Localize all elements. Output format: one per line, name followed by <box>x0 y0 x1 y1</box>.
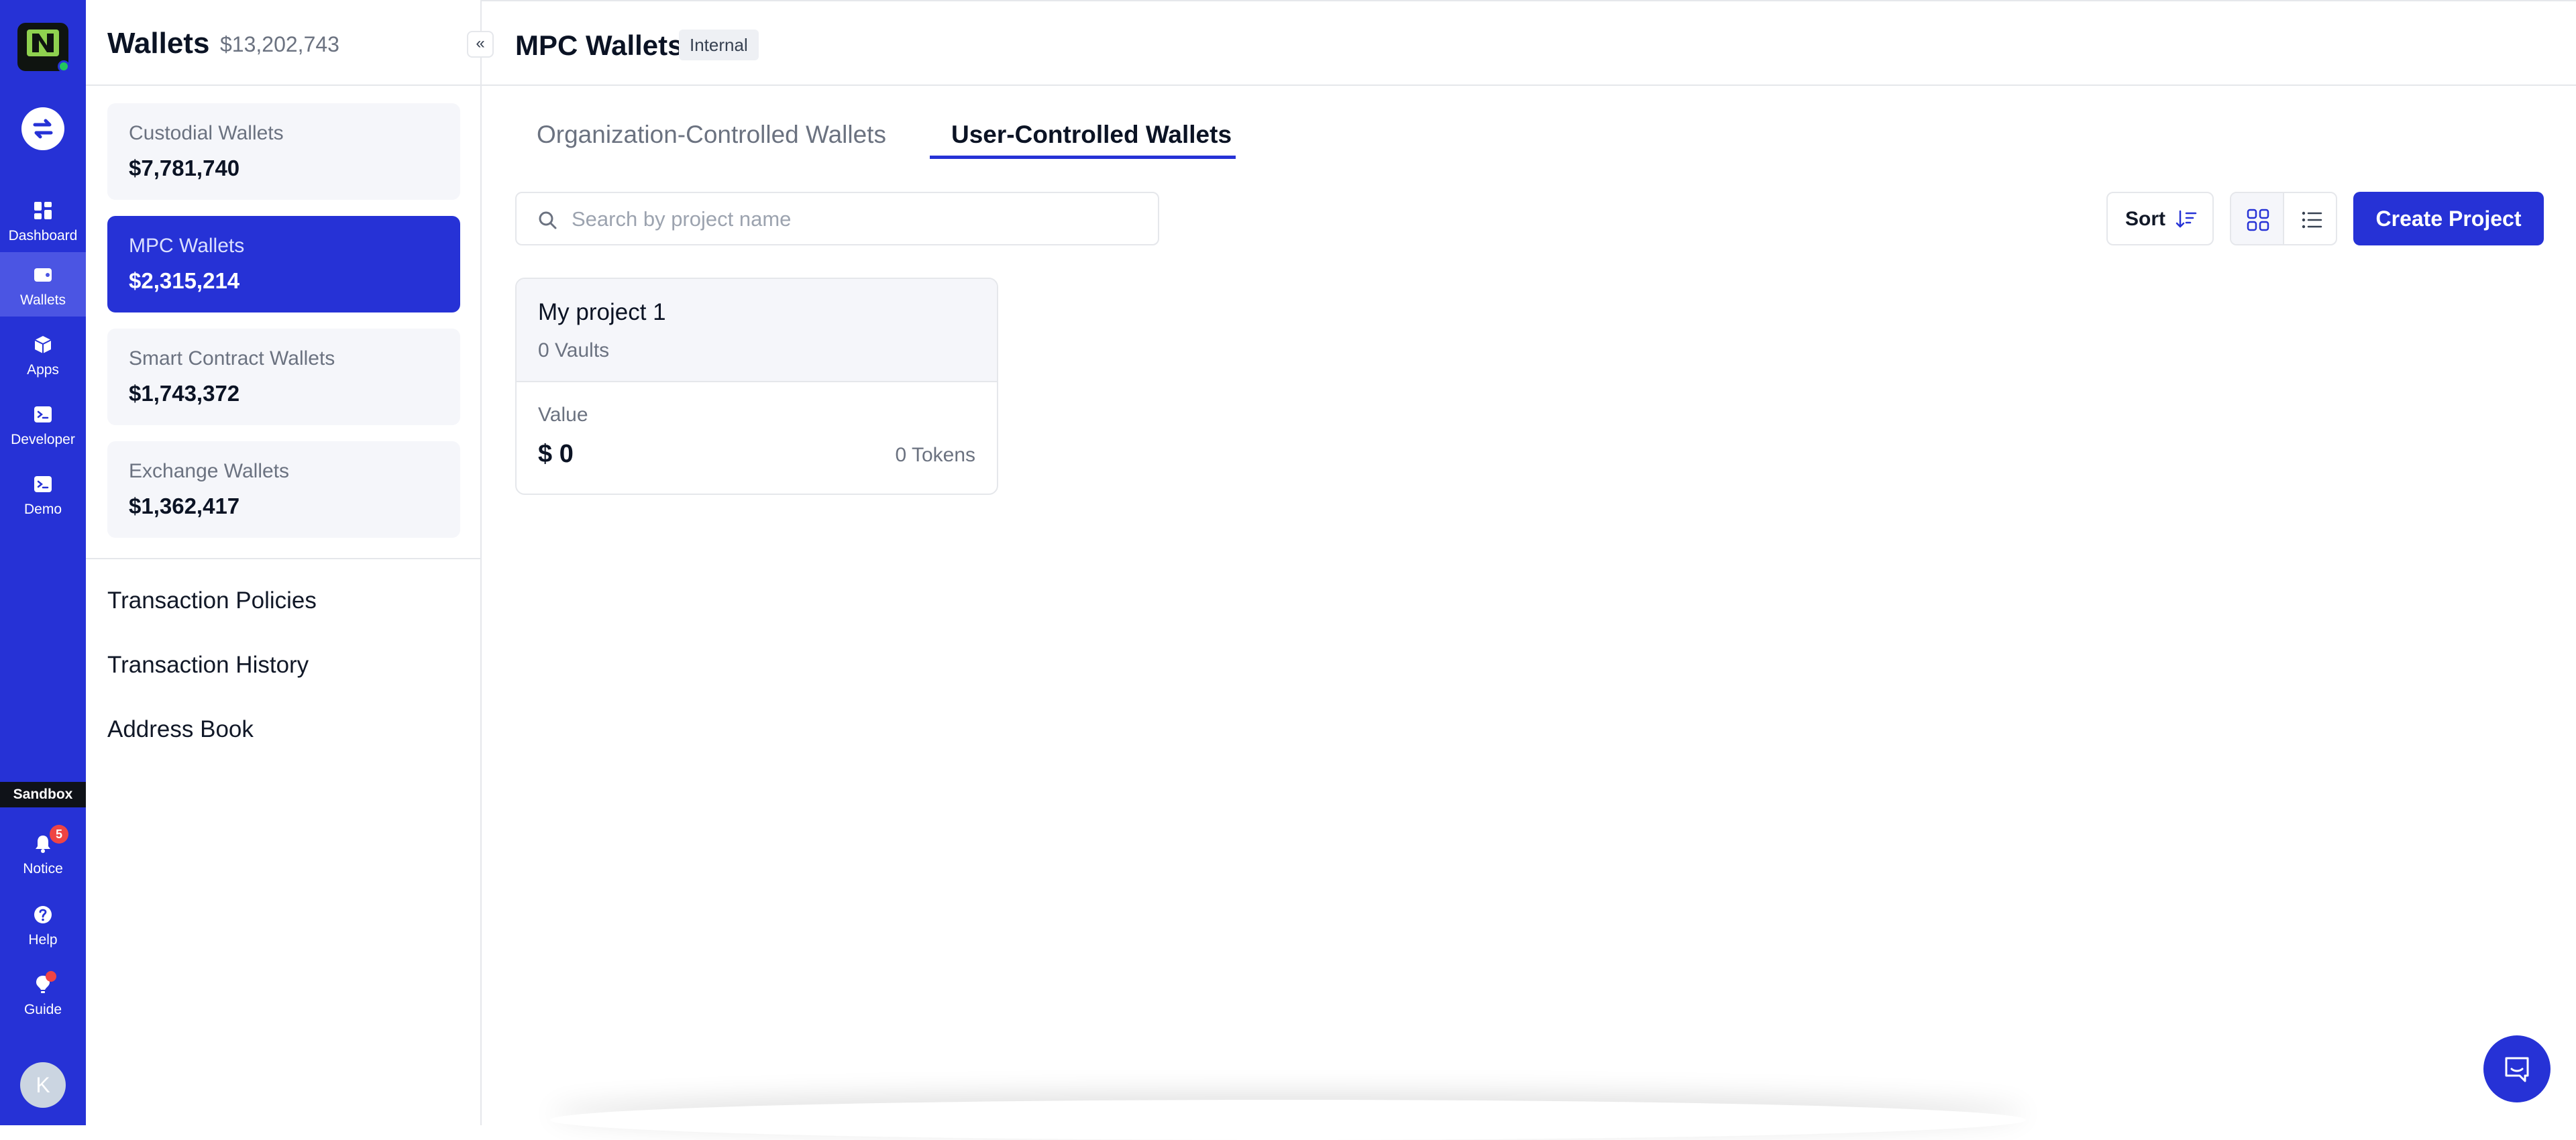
org-logo[interactable] <box>17 23 70 72</box>
wallet-card-name: Custodial Wallets <box>129 122 284 144</box>
rail-item-label: Wallets <box>19 292 66 308</box>
wallets-sidebar: Wallets $13,202,743 « Custodial Wallets … <box>86 0 494 1125</box>
project-name: My project 1 <box>538 299 666 325</box>
page-title: MPC Wallets <box>515 30 684 61</box>
online-status-dot <box>58 60 70 72</box>
bottom-panel-shadow <box>550 1100 2026 1140</box>
sidebar-divider <box>86 558 482 559</box>
wallet-card-value: $7,781,740 <box>129 156 240 180</box>
rail-item-notice[interactable]: 5 Notice <box>0 821 86 885</box>
rail-item-help[interactable]: Help <box>0 892 86 956</box>
wallet-card-mpc[interactable]: MPC Wallets $2,315,214 <box>107 216 460 312</box>
terminal-icon <box>34 406 52 422</box>
tab-user-controlled[interactable]: User-Controlled Wallets <box>951 121 1232 161</box>
rail-item-label: Demo <box>23 502 62 517</box>
create-project-button[interactable]: Create Project <box>2353 192 2544 245</box>
link-transaction-history[interactable]: Transaction History <box>107 652 309 679</box>
switch-arrows-icon <box>33 119 53 139</box>
grid-icon <box>2247 209 2269 231</box>
view-toggle <box>2230 192 2337 245</box>
grid-view-button[interactable] <box>2231 193 2284 244</box>
project-search <box>515 192 1159 245</box>
dashboard-icon <box>34 202 52 219</box>
sort-icon <box>2176 210 2197 228</box>
wallets-total-value: $13,202,743 <box>220 32 339 56</box>
wallet-card-name: Exchange Wallets <box>129 460 290 482</box>
rail-item-dashboard[interactable]: Dashboard <box>0 188 86 252</box>
rail-item-label: Guide <box>23 1002 62 1017</box>
project-value-label: Value <box>538 404 588 426</box>
rail-item-label: Help <box>28 932 58 948</box>
notice-count-badge: 5 <box>50 825 68 844</box>
rail-item-apps[interactable]: Apps <box>0 322 86 386</box>
rail-item-label: Apps <box>27 362 59 378</box>
rail-item-label: Notice <box>23 861 63 876</box>
wallet-card-name: MPC Wallets <box>129 235 245 257</box>
page-header: MPC Wallets Internal <box>482 0 2576 86</box>
wallet-card-exchange[interactable]: Exchange Wallets $1,362,417 <box>107 441 460 538</box>
link-address-book[interactable]: Address Book <box>107 716 254 743</box>
support-chat-button[interactable] <box>2483 1035 2551 1102</box>
list-icon <box>2302 211 2322 229</box>
project-value: $ 0 <box>538 440 574 468</box>
wallet-card-value: $1,743,372 <box>129 381 240 406</box>
wallet-card-custodial[interactable]: Custodial Wallets $7,781,740 <box>107 103 460 200</box>
wallet-card-value: $1,362,417 <box>129 494 240 518</box>
rail-item-developer[interactable]: Developer <box>0 392 86 456</box>
user-avatar[interactable]: K <box>20 1062 66 1108</box>
list-view-button[interactable] <box>2285 193 2336 244</box>
sidebar-header: Wallets $13,202,743 <box>86 0 482 86</box>
environment-tag: Internal <box>679 30 759 60</box>
project-vault-count: 0 Vaults <box>538 339 610 361</box>
terminal-icon <box>34 476 52 492</box>
sort-button[interactable]: Sort <box>2106 192 2214 245</box>
switch-org-button[interactable] <box>21 107 64 150</box>
rail-item-wallets[interactable]: Wallets <box>0 252 86 317</box>
project-card-header: My project 1 0 Vaults <box>517 279 997 382</box>
guide-alert-dot <box>46 971 56 982</box>
help-icon <box>34 906 52 923</box>
apps-icon <box>34 336 52 353</box>
project-card[interactable]: My project 1 0 Vaults Value $ 0 0 Tokens <box>515 278 998 495</box>
rail-item-label: Dashboard <box>8 228 78 243</box>
chat-icon <box>2505 1057 2529 1082</box>
active-tab-indicator <box>930 156 1236 159</box>
rail-item-demo[interactable]: Demo <box>0 461 86 526</box>
sidebar-title: Wallets <box>107 27 210 60</box>
rail-item-guide[interactable]: Guide <box>0 962 86 1026</box>
app-rail: Dashboard Wallets Apps Developer Demo Sa… <box>0 0 86 1125</box>
search-icon <box>539 211 557 229</box>
sandbox-indicator: Sandbox <box>0 782 86 807</box>
wallet-card-name: Smart Contract Wallets <box>129 347 335 369</box>
sort-button-label: Sort <box>2125 208 2165 230</box>
rail-item-label: Developer <box>11 432 75 447</box>
project-token-count: 0 Tokens <box>895 444 975 466</box>
search-input[interactable] <box>570 203 1147 236</box>
tab-organization-controlled[interactable]: Organization-Controlled Wallets <box>537 121 886 161</box>
wallet-card-smart-contract[interactable]: Smart Contract Wallets $1,743,372 <box>107 329 460 425</box>
wallet-icon <box>34 268 52 282</box>
wallet-card-value: $2,315,214 <box>129 268 240 293</box>
link-transaction-policies[interactable]: Transaction Policies <box>107 587 317 614</box>
